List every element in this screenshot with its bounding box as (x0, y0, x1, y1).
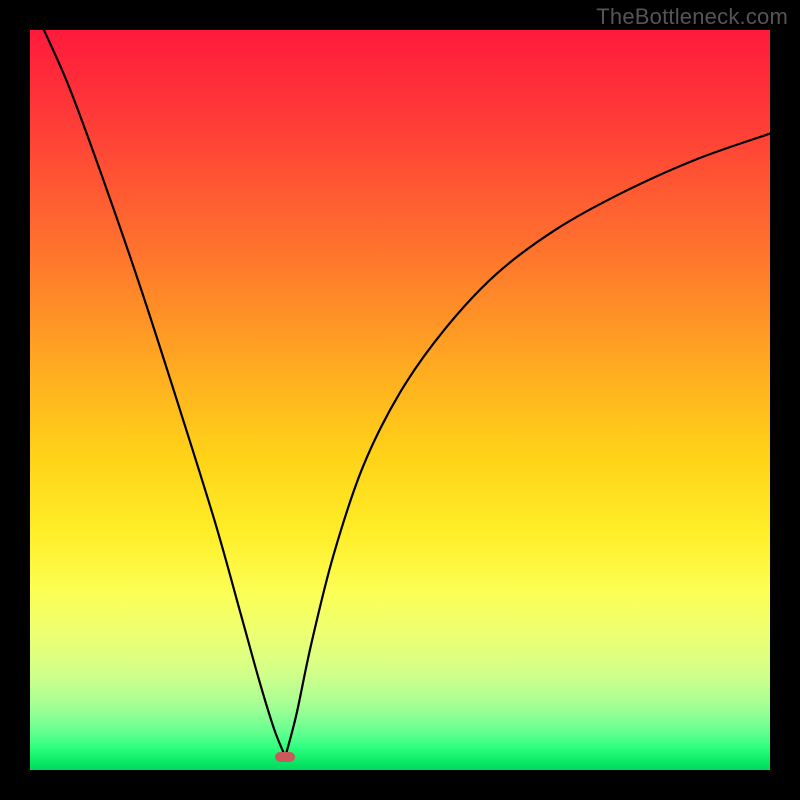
curve-svg (30, 30, 770, 770)
chart-frame: TheBottleneck.com (0, 0, 800, 800)
min-marker (275, 752, 295, 762)
plot-area (30, 30, 770, 770)
curve-left-branch (30, 30, 285, 757)
watermark-text: TheBottleneck.com (596, 4, 788, 30)
curve-right-branch (285, 134, 770, 757)
